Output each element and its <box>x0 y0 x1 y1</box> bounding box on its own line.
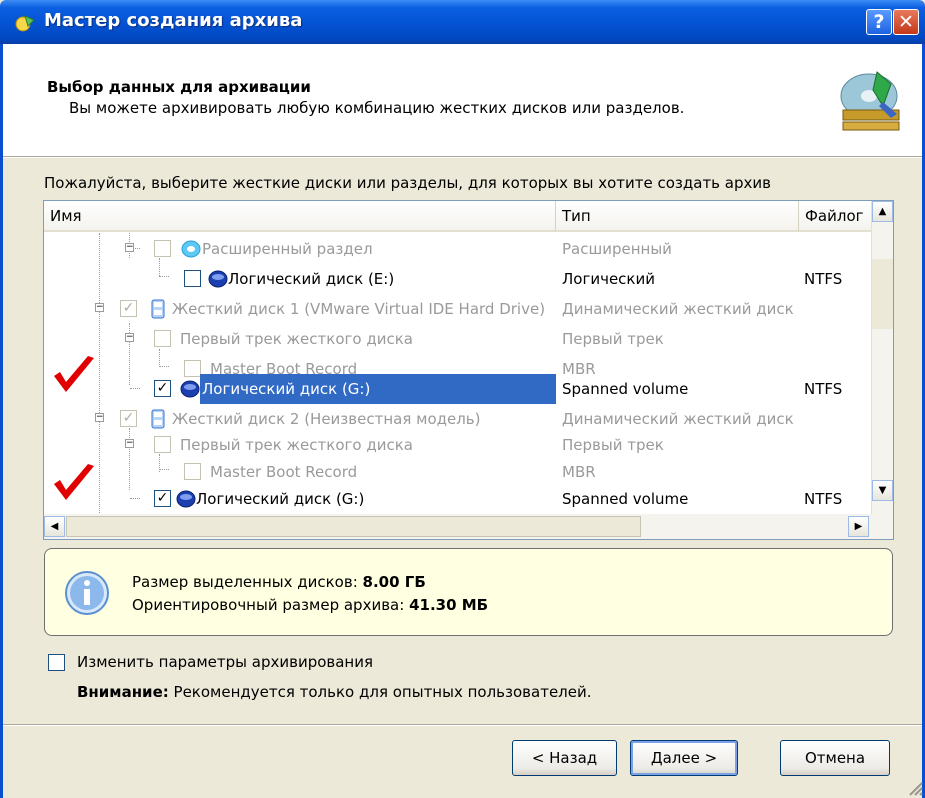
column-header-fs[interactable]: Файлог <box>799 201 873 232</box>
row-checkbox <box>154 240 171 257</box>
info-icon <box>65 571 109 615</box>
disk-tree-list[interactable]: Имя Тип Файлог − Расширенный раздел Расш… <box>43 200 894 540</box>
row-type: Первый трек <box>562 330 664 348</box>
tree-line <box>159 366 169 367</box>
row-type: Spanned volume <box>562 490 689 508</box>
tree-line <box>130 388 140 389</box>
row-type: Spanned volume <box>562 380 689 398</box>
row-name: Логический диск (E:) <box>228 270 395 288</box>
row-fs: NTFS <box>804 380 843 398</box>
title-bar[interactable]: Мастер создания архива ? ✕ <box>0 0 925 44</box>
change-params-checkbox[interactable] <box>48 654 65 671</box>
logical-disk-icon <box>180 380 200 398</box>
tree-line <box>159 469 169 470</box>
tree-row-logical-disk-g-2[interactable]: ✓ Логический диск (G:) Spanned volume NT… <box>44 484 873 514</box>
column-header-type[interactable]: Тип <box>556 201 799 232</box>
hard-disk-icon <box>151 299 165 319</box>
extended-partition-icon <box>181 240 201 258</box>
row-fs: NTFS <box>804 270 843 288</box>
row-type: Динамический жесткий диск <box>562 300 794 318</box>
row-checkbox: ✓ <box>120 410 137 427</box>
scroll-up-button[interactable]: ▲ <box>872 201 893 222</box>
collapse-toggle[interactable]: − <box>95 303 104 312</box>
back-button[interactable]: < Назад <box>512 740 617 776</box>
collapse-toggle[interactable]: − <box>125 333 134 342</box>
page-subtitle: Вы можете архивировать любую комбинацию … <box>69 99 685 117</box>
tree-row-logical-disk-g-1[interactable]: ✓ Логический диск (G:) Spanned volume NT… <box>44 374 873 404</box>
horizontal-scroll-thumb[interactable] <box>66 516 641 537</box>
scroll-right-button[interactable]: ▶ <box>848 516 869 537</box>
tree-line <box>130 498 140 499</box>
logical-disk-icon <box>176 490 196 508</box>
row-name: Первый трек жесткого диска <box>180 330 413 348</box>
row-name: Первый трек жесткого диска <box>180 436 413 454</box>
cancel-button[interactable]: Отмена <box>780 740 890 776</box>
tree-row-extended-partition[interactable]: − Расширенный раздел Расширенный <box>44 234 873 264</box>
logical-disk-icon <box>208 270 228 288</box>
tree-row-logical-disk-e[interactable]: Логический диск (E:) Логический NTFS <box>44 264 873 294</box>
red-checkmark-icon <box>54 356 94 392</box>
row-name: Логический диск (G:) <box>200 374 556 404</box>
row-checkbox: ✓ <box>120 300 137 317</box>
wizard-window: Мастер создания архива ? ✕ Выбор данных … <box>0 0 925 798</box>
row-checkbox[interactable] <box>184 270 201 287</box>
row-checkbox <box>154 330 171 347</box>
help-button[interactable]: ? <box>866 9 892 35</box>
tree-row-hard-disk-1[interactable]: − ✓ Жесткий диск 1 (VMware Virtual IDE H… <box>44 294 873 324</box>
row-checkbox <box>154 436 171 453</box>
warning-bold: Внимание: <box>77 683 169 701</box>
scroll-down-button[interactable]: ▼ <box>872 480 893 501</box>
scroll-left-button[interactable]: ◀ <box>44 516 65 537</box>
row-type: Расширенный <box>562 240 672 258</box>
footer-separator <box>3 724 922 726</box>
warning-text: Внимание: Рекомендуется только для опытн… <box>77 683 592 701</box>
column-header-row: Имя Тип Файлог <box>44 201 873 233</box>
tree-row-first-track[interactable]: − Первый трек жесткого диска Первый трек <box>44 324 873 354</box>
collapse-toggle[interactable]: − <box>125 439 134 448</box>
collapse-toggle[interactable]: − <box>125 243 134 252</box>
app-icon <box>15 15 35 32</box>
wizard-header: Выбор данных для архивации Вы можете арх… <box>3 44 922 156</box>
close-button[interactable]: ✕ <box>893 9 919 35</box>
row-name: Жесткий диск 1 (VMware Virtual IDE Hard … <box>172 300 546 318</box>
resize-grip-icon[interactable] <box>905 778 923 796</box>
column-header-name[interactable]: Имя <box>44 201 556 232</box>
collapse-toggle[interactable]: − <box>95 413 104 422</box>
row-type: MBR <box>562 463 596 481</box>
vertical-scroll-thumb[interactable] <box>872 259 893 329</box>
page-title: Выбор данных для архивации <box>47 78 311 96</box>
row-checkbox[interactable]: ✓ <box>154 380 171 397</box>
estimated-size-label: Ориентировочный размер архива: <box>132 596 405 614</box>
selection-prompt: Пожалуйста, выберите жесткие диски или р… <box>44 174 771 192</box>
selected-size-line: Размер выделенных дисков: 8.00 ГБ <box>132 573 426 591</box>
selected-size-label: Размер выделенных дисков: <box>132 573 358 591</box>
vertical-scrollbar[interactable]: ▲ ▼ <box>871 201 893 514</box>
change-params-label[interactable]: Изменить параметры архивирования <box>77 653 373 671</box>
red-checkmark-icon <box>54 464 94 500</box>
row-checkbox <box>184 463 201 480</box>
row-name: Логический диск (G:) <box>196 490 365 508</box>
horizontal-scrollbar[interactable]: ◀ ▶ <box>44 514 893 539</box>
row-name: Master Boot Record <box>210 463 358 481</box>
row-checkbox[interactable]: ✓ <box>154 490 171 507</box>
row-name: Расширенный раздел <box>202 240 373 258</box>
row-fs: NTFS <box>804 490 843 508</box>
estimated-size-value: 41.30 МБ <box>409 596 489 614</box>
estimated-size-line: Ориентировочный размер архива: 41.30 МБ <box>132 596 488 614</box>
selected-size-value: 8.00 ГБ <box>362 573 426 591</box>
header-separator <box>3 156 922 158</box>
archive-wizard-icon <box>840 71 900 131</box>
row-type: Логический <box>562 270 655 288</box>
tree-line <box>159 276 169 277</box>
info-panel: Размер выделенных дисков: 8.00 ГБ Ориент… <box>44 548 893 636</box>
next-button[interactable]: Далее > <box>630 740 738 776</box>
hard-disk-icon <box>151 409 165 429</box>
warning-message: Рекомендуется только для опытных пользов… <box>173 683 592 701</box>
window-title: Мастер создания архива <box>44 10 303 31</box>
tree-row-mbr-2[interactable]: Master Boot Record MBR <box>44 457 873 487</box>
row-type: Первый трек <box>562 436 664 454</box>
tree-row-first-track-2[interactable]: − Первый трек жесткого диска Первый трек <box>44 430 873 460</box>
